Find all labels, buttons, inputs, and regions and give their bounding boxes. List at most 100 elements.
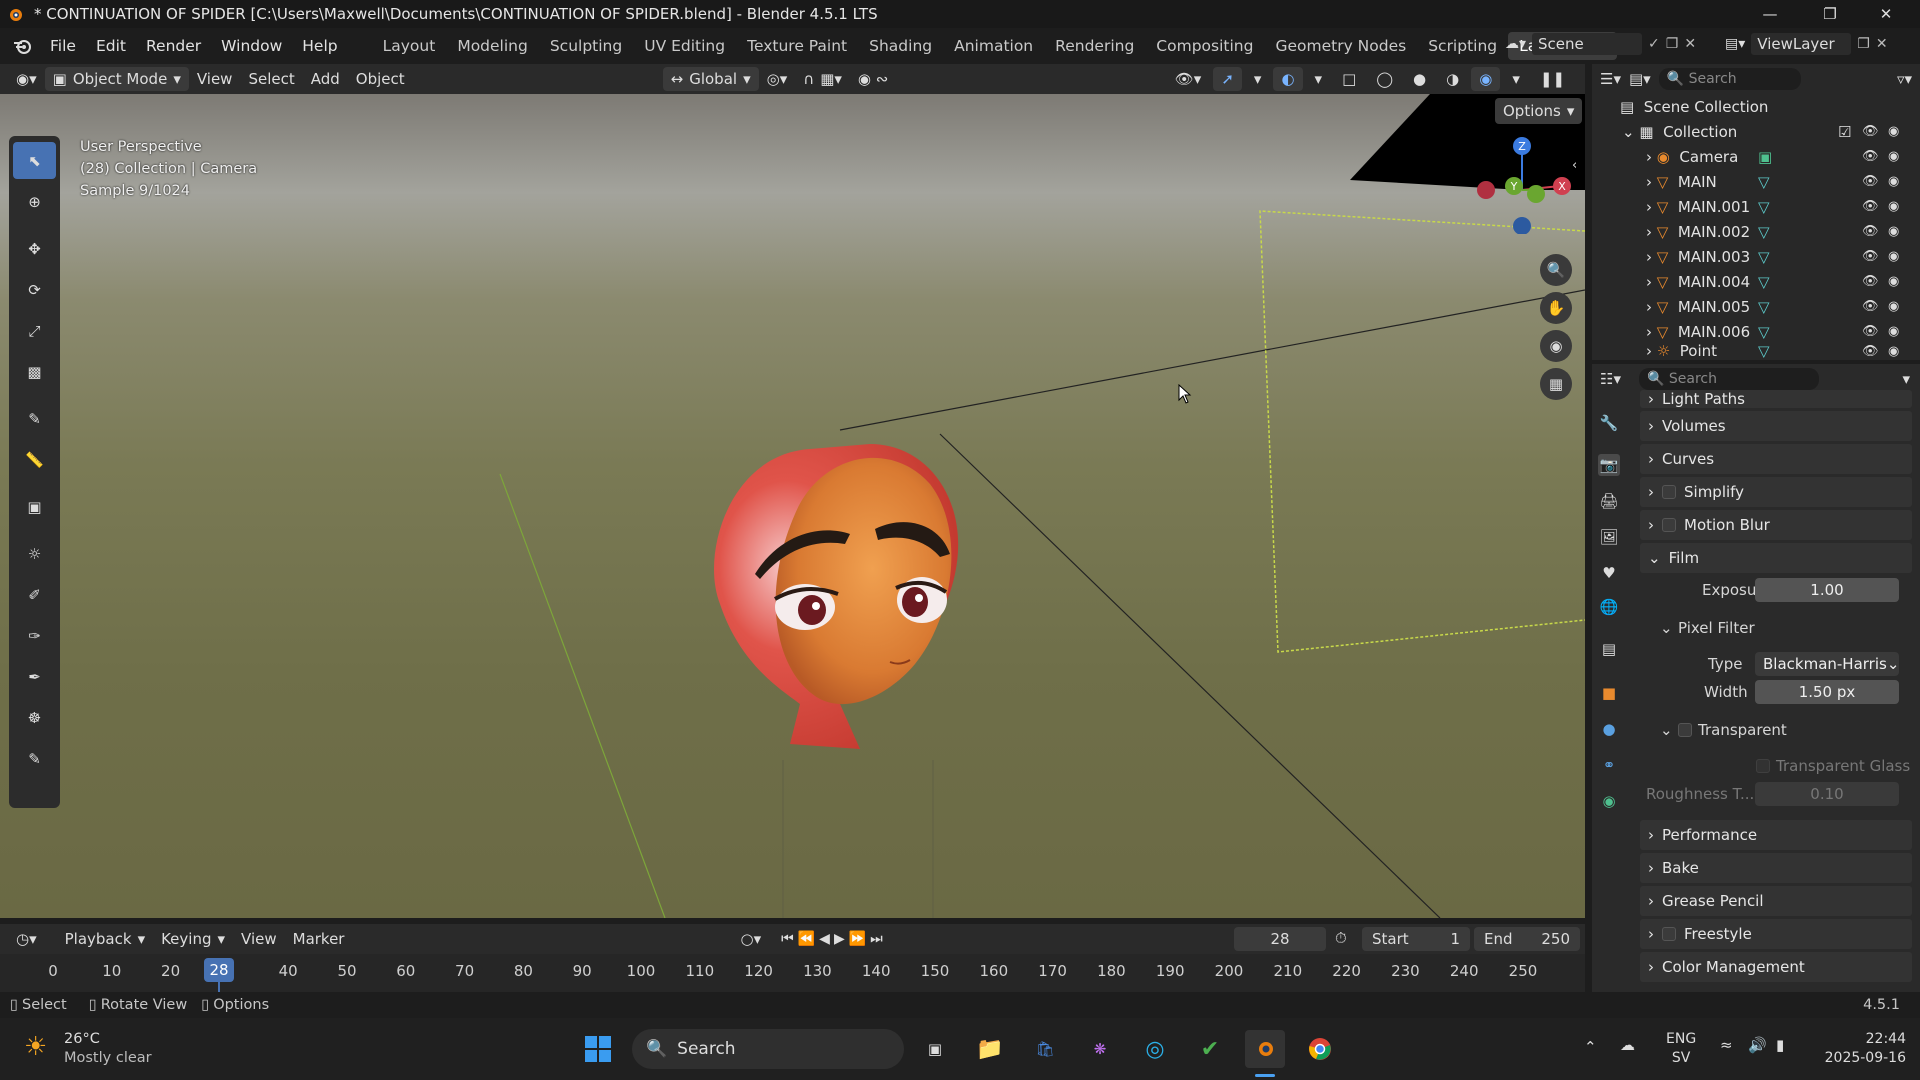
snap-button[interactable]: ∩ ▦▾ [795,67,850,91]
timeline-editor-type[interactable]: ◷▾ [8,927,45,951]
shading-rendered[interactable]: ◉ [1471,67,1501,91]
tab-uv-editing[interactable]: UV Editing [633,32,736,60]
scene-collection-row[interactable]: ▤ Scene Collection [1592,94,1920,119]
character-model[interactable] [700,344,970,754]
jump-start-icon[interactable]: ⏮ [781,931,794,947]
options-dropdown[interactable]: Options ▾ [1495,98,1583,124]
outliner-editor-type-icon[interactable]: ☰▾ [1600,70,1621,88]
tab-sculpting[interactable]: Sculpting [539,32,633,60]
battery-icon[interactable]: ▮ [1776,1036,1784,1054]
camera-data-icon[interactable]: ▣ [1758,148,1772,166]
store-button[interactable]: 🛍 [1025,1030,1065,1068]
zoom-view-button[interactable]: 🔍 [1540,254,1572,286]
eye-icon[interactable]: 👁 [1862,299,1879,314]
tab-modeling[interactable]: Modeling [446,32,539,60]
eye-icon[interactable]: 👁 [1862,174,1879,189]
properties-editor-type-icon[interactable]: ☷▾ [1600,370,1621,388]
pivot-button[interactable]: ◎▾ [759,67,796,91]
section-motion-blur[interactable]: › Motion Blur [1640,510,1912,540]
current-frame-field[interactable]: 28 [1234,927,1326,951]
auto-key-toggle[interactable]: ○▾ [732,927,769,951]
section-curves[interactable]: › Curves [1640,444,1912,474]
mesh-data-icon[interactable]: ▽ [1758,248,1770,266]
collection-checkbox[interactable]: ☑ [1838,123,1851,141]
taskbar-search[interactable]: 🔍 Search [632,1029,904,1069]
filter-width-field[interactable]: 1.50 px [1755,680,1899,704]
move-tool[interactable]: ✥ [13,230,56,267]
tab-compositing[interactable]: Compositing [1145,32,1264,60]
prev-keyframe-icon[interactable]: ⏪ [798,931,815,947]
rotate-tool[interactable]: ⟳ [13,271,56,308]
tab-layout[interactable]: Layout [372,32,447,60]
eye-icon[interactable]: 👁 [1862,344,1879,358]
menu-edit[interactable]: Edit [86,37,136,55]
camera-render-icon[interactable]: ◉ [1888,249,1899,264]
cursor-tool[interactable]: ⊕ [13,183,56,220]
brush-tool-3[interactable]: ✒ [13,658,56,695]
outliner-item[interactable]: › ▽ MAIN.004 ▽ 👁 ◉ [1592,269,1920,294]
language-label[interactable]: ENG [1666,1030,1696,1049]
section-freestyle[interactable]: › Freestyle [1640,919,1912,949]
light-tool[interactable]: ☼ [13,535,56,572]
stopwatch-icon[interactable]: ⏱ [1335,929,1347,947]
play-icon[interactable]: ▶ [834,931,845,947]
weather-icon[interactable]: ☀ [24,1032,47,1062]
annotate-tool[interactable]: ✎ [13,400,56,437]
section-light-paths[interactable]: › Light Paths [1640,390,1912,408]
camera-render-icon[interactable]: ◉ [1888,344,1899,358]
clock-date[interactable]: 2025-09-16 [1810,1049,1906,1068]
simplify-checkbox[interactable] [1662,485,1676,499]
collection-row[interactable]: ⌄ ▦ Collection ☑ 👁 ◉ [1592,119,1920,144]
shading-material[interactable]: ◑ [1438,67,1467,91]
section-film[interactable]: ⌄ Film [1640,543,1912,573]
timeline-ruler[interactable]: 0 10 20 40 50 60 70 80 90 100 110 120 130 140 150 160 17… [0,954,1585,992]
section-volumes[interactable]: › Volumes [1640,411,1912,441]
camera-render-icon[interactable]: ◉ [1888,299,1899,314]
navigation-gizmo[interactable]: Z X Y [1470,134,1580,234]
scale-tool[interactable]: ⤢ [13,312,56,349]
camera-render-icon[interactable]: ◉ [1888,124,1899,139]
start-frame-field[interactable]: Start 1 [1362,927,1470,951]
mesh-data-icon[interactable]: ▽ [1758,273,1770,291]
shading-solid[interactable]: ● [1405,67,1434,91]
menu-add[interactable]: Add [303,67,348,91]
brush-tool-2[interactable]: ✑ [13,617,56,654]
play-reverse-icon[interactable]: ◀ [819,931,830,947]
section-bake[interactable]: › Bake [1640,853,1912,883]
shading-wireframe[interactable]: ◯ [1368,67,1401,91]
brush-tool-1[interactable]: ✐ [13,576,56,613]
eye-icon[interactable]: 👁 [1862,274,1879,289]
gizmo-dropdown[interactable]: ▾ [1246,67,1270,91]
pixel-filter-row[interactable]: ⌄ Pixel Filter [1592,614,1920,642]
outliner-item[interactable]: › ▽ MAIN.001 ▽ 👁 ◉ [1592,194,1920,219]
clock-time[interactable]: 22:44 [1810,1030,1906,1049]
mesh-data-icon[interactable]: ▽ [1758,323,1770,341]
file-explorer-button[interactable]: 📁 [970,1030,1010,1068]
display-mode-icon[interactable]: ▤▾ [1629,70,1651,88]
camera-view-button[interactable]: ◉ [1540,330,1572,362]
roughness-field[interactable]: 0.10 [1755,782,1899,806]
menu-object[interactable]: Object [348,67,413,91]
task-view-button[interactable]: ▣ [915,1030,955,1068]
delete-view-layer-icon[interactable]: ✕ [1876,36,1888,52]
gizmo-toggle[interactable]: ➚ [1213,67,1242,91]
filter-icon[interactable]: ▿▾ [1897,70,1912,88]
outliner-search[interactable]: 🔍 Search [1658,68,1801,90]
restore-button[interactable]: ❐ [1802,0,1858,28]
overlay-dropdown[interactable]: ▾ [1307,67,1331,91]
filter-type-dropdown[interactable]: Blackman-Harris ⌄ [1755,652,1899,676]
weather-temp[interactable]: 26°C [64,1030,152,1049]
tab-texture-paint[interactable]: Texture Paint [736,32,858,60]
measure-tool[interactable]: 📏 [13,441,56,478]
mesh-data-icon[interactable]: ▽ [1758,223,1770,241]
edge-button[interactable]: ◎ [1135,1030,1175,1068]
tab-rendering[interactable]: Rendering [1044,32,1145,60]
transform-tool[interactable]: ▩ [13,353,56,390]
chrome-button[interactable] [1300,1030,1340,1068]
pin-icon[interactable]: ✓ [1648,36,1660,52]
view-layer-field[interactable]: ViewLayer [1751,33,1852,55]
minimize-button[interactable]: — [1742,0,1798,28]
outliner-item[interactable]: › ▽ MAIN.002 ▽ 👁 ◉ [1592,219,1920,244]
keying-menu[interactable]: Keying ▾ [153,927,233,951]
brush-tool-4[interactable]: ☸ [13,699,56,736]
